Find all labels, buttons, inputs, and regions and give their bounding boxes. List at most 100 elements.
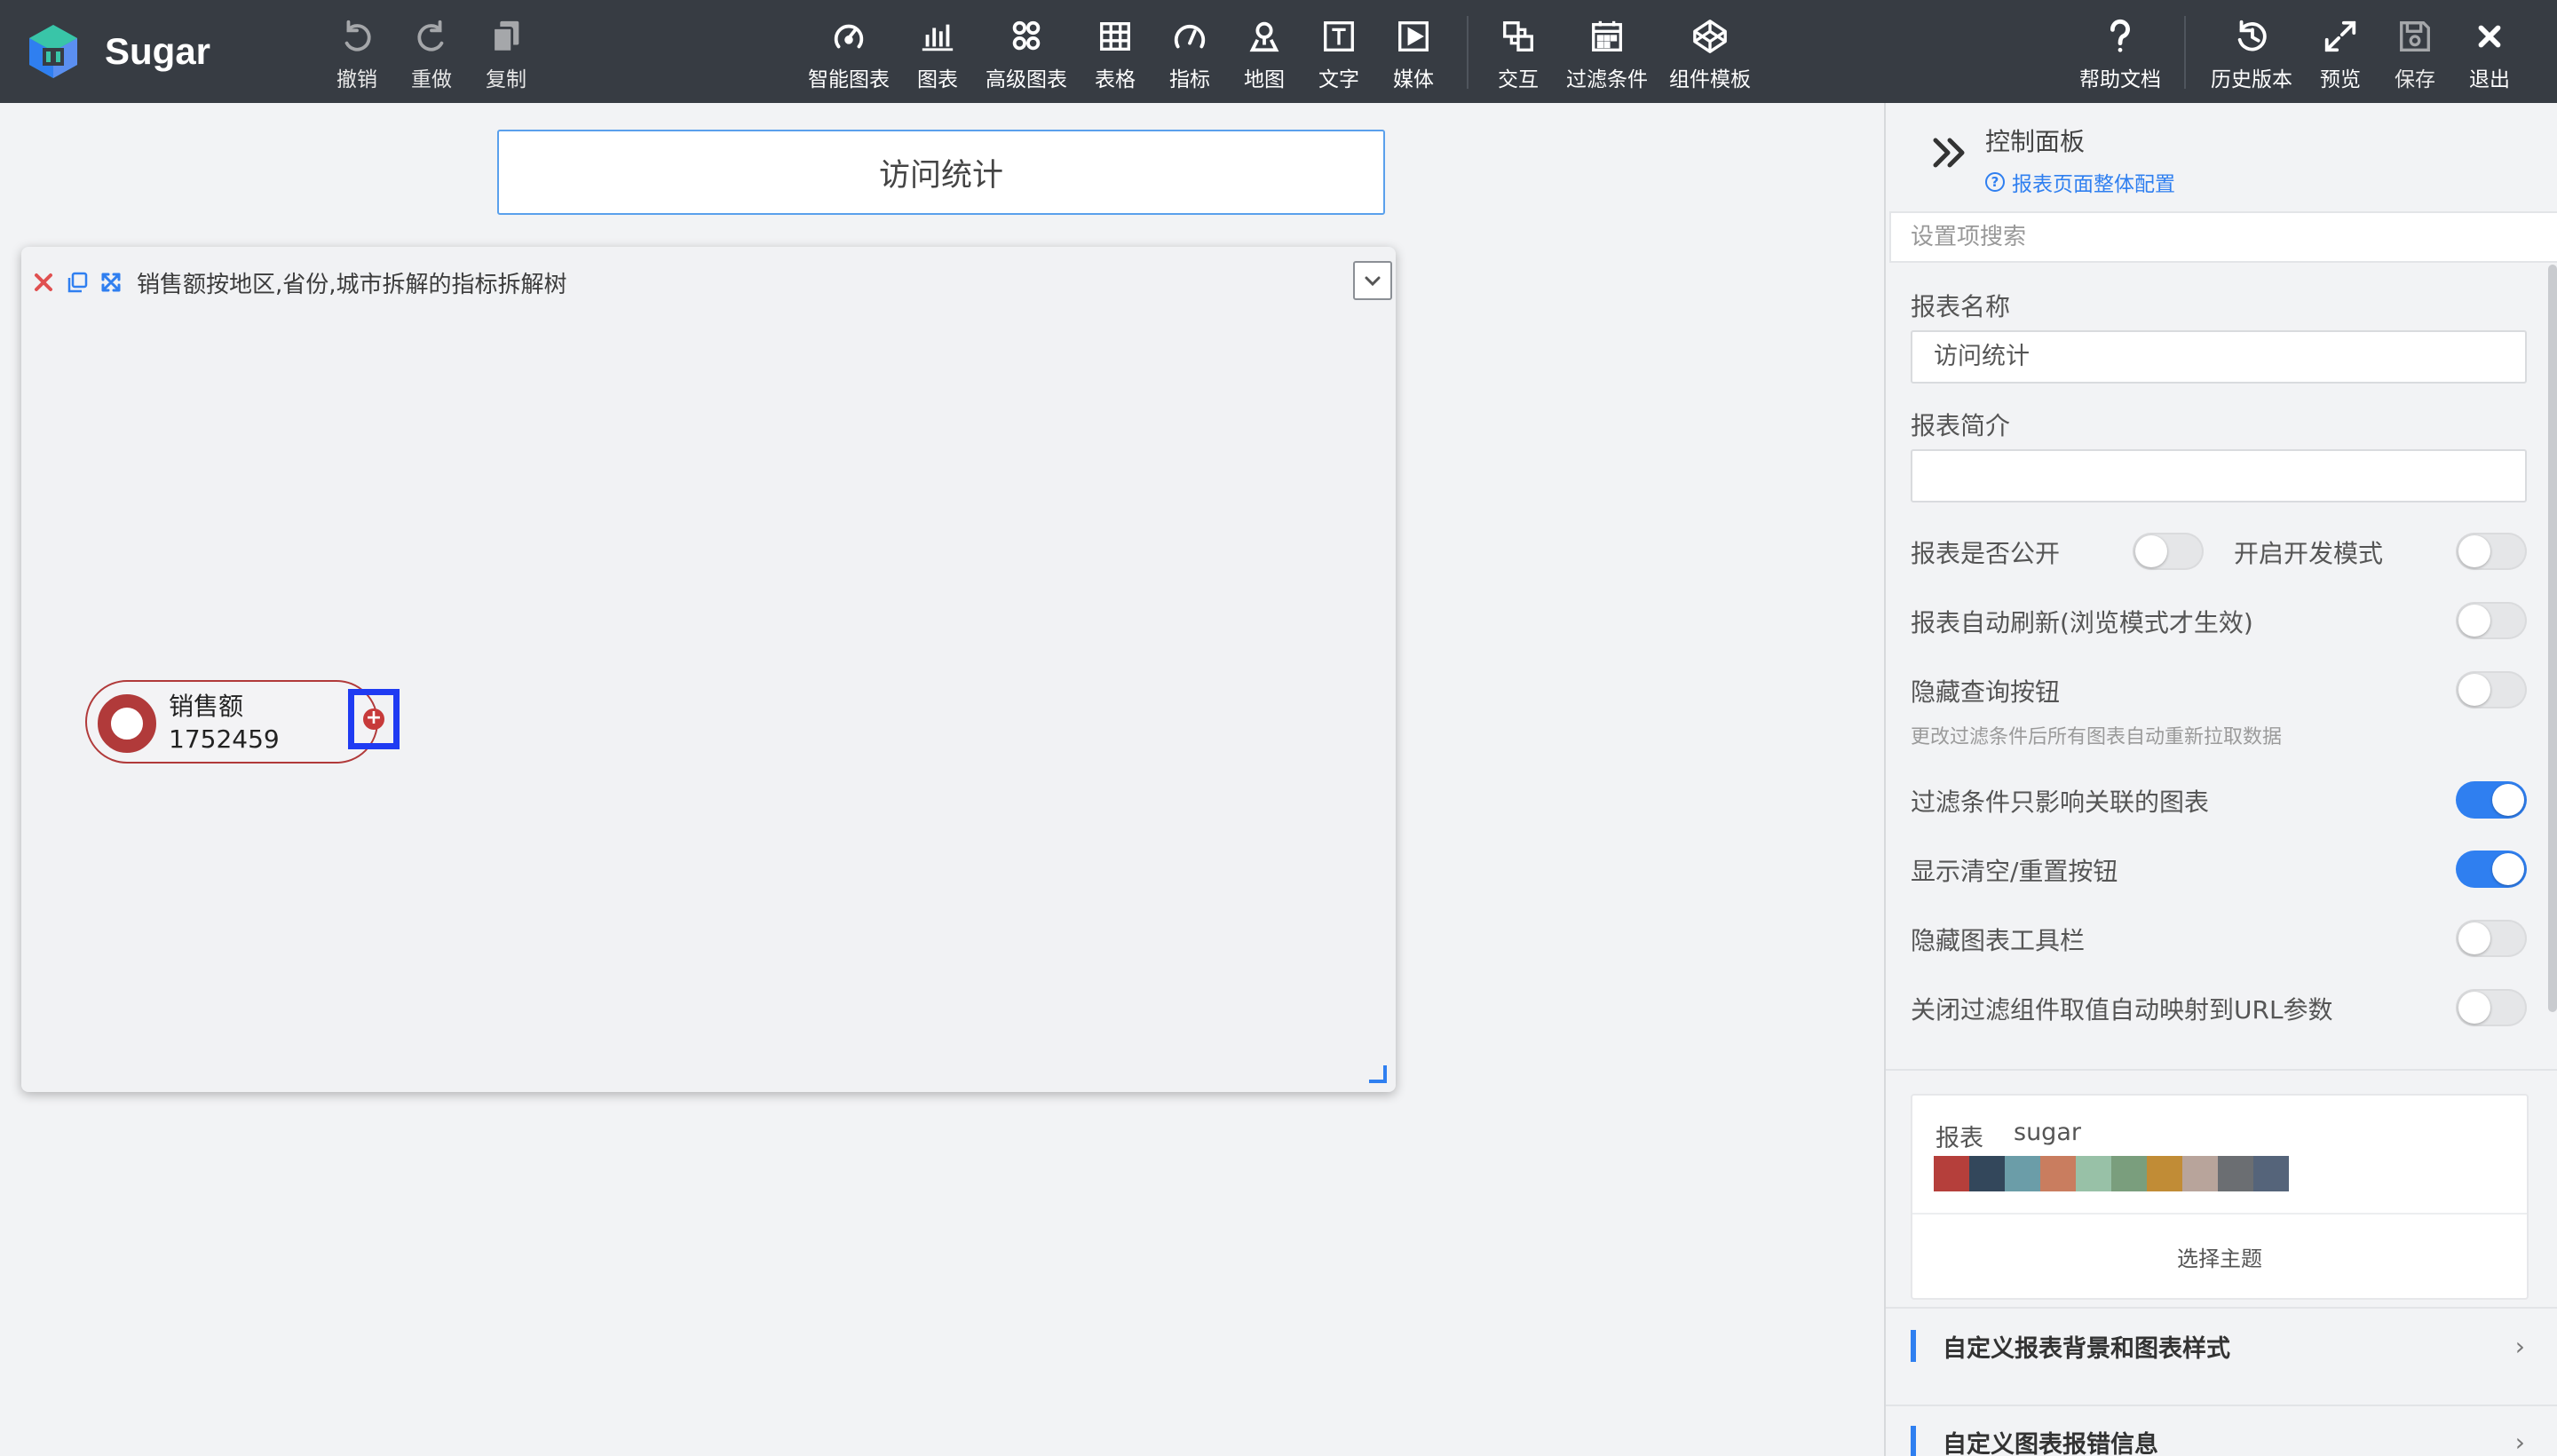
close-icon xyxy=(2478,25,2501,48)
smart-chart-icon xyxy=(834,24,864,49)
exit-label: 退出 xyxy=(2469,68,2510,91)
control-panel: 控制面板 ? 报表页面整体配置 设置项搜索 报表名称 访问统计 报表简介 报表是… xyxy=(1884,103,2557,1456)
metric-button[interactable]: 指标 xyxy=(1169,18,1210,92)
section-error-info[interactable]: 自定义图表报错信息 › xyxy=(1911,1415,2532,1456)
plus-icon: + xyxy=(363,708,384,730)
copy-icon xyxy=(67,272,88,293)
report-desc-label: 报表简介 xyxy=(1911,411,2011,440)
text-icon xyxy=(1324,21,1354,51)
filter-related-toggle[interactable] xyxy=(2456,781,2527,819)
report-name-label: 报表名称 xyxy=(1911,292,2011,321)
card-delete-button[interactable] xyxy=(28,267,59,297)
hide-toolbar-toggle[interactable] xyxy=(2456,920,2527,957)
public-toggle[interactable] xyxy=(2133,533,2204,570)
history-icon xyxy=(2237,20,2267,51)
table-button[interactable]: 表格 xyxy=(1095,18,1136,92)
save-label: 保存 xyxy=(2395,68,2435,91)
node-expand-button[interactable]: + xyxy=(348,689,400,749)
node-value: 1752459 xyxy=(169,724,280,754)
help-button[interactable]: 帮助文档 xyxy=(2079,18,2161,92)
theme-swatch-2 xyxy=(2005,1156,2040,1191)
copy-icon xyxy=(492,20,519,53)
section-accent-bar xyxy=(1911,1426,1916,1456)
help-label: 帮助文档 xyxy=(2079,68,2161,91)
undo-button[interactable]: 撤销 xyxy=(336,18,377,92)
advanced-chart-icon xyxy=(1012,20,1041,51)
card-resize-handle[interactable] xyxy=(1369,1065,1387,1083)
select-theme-button[interactable]: 选择主题 xyxy=(1912,1215,2527,1298)
redo-button[interactable]: 重做 xyxy=(411,18,452,92)
media-icon xyxy=(1398,21,1429,51)
theme-swatch-0 xyxy=(1934,1156,1969,1191)
double-chevron-right-icon[interactable] xyxy=(1930,133,1969,172)
dev-mode-label: 开启开发模式 xyxy=(2234,539,2384,568)
card-title: 销售额按地区,省份,城市拆解的指标拆解树 xyxy=(137,271,567,298)
map-button[interactable]: 地图 xyxy=(1244,18,1285,92)
panel-divider xyxy=(1886,1307,2557,1309)
card-menu-dropdown[interactable] xyxy=(1353,261,1392,300)
chevron-down-icon xyxy=(1365,276,1381,287)
text-button[interactable]: 文字 xyxy=(1318,18,1359,92)
tree-root-node[interactable]: 销售额 1752459 xyxy=(85,680,378,764)
section-custom-style[interactable]: 自定义报表背景和图表样式 › xyxy=(1911,1319,2532,1373)
gauge-icon xyxy=(1174,24,1206,49)
theme-swatch-1 xyxy=(1969,1156,2005,1191)
card-copy-button[interactable] xyxy=(62,267,92,297)
chart-label: 图表 xyxy=(917,68,958,91)
smart-chart-label: 智能图表 xyxy=(808,68,890,91)
filter-button[interactable]: 过滤条件 xyxy=(1566,18,1648,92)
chart-button[interactable]: 图表 xyxy=(917,18,958,92)
save-icon xyxy=(2400,21,2430,51)
media-label: 媒体 xyxy=(1393,68,1434,91)
templates-label: 组件模板 xyxy=(1669,68,1751,91)
auto-refresh-toggle[interactable] xyxy=(2456,602,2527,639)
templates-button[interactable]: 组件模板 xyxy=(1669,18,1751,92)
smart-chart-button[interactable]: 智能图表 xyxy=(808,18,890,92)
interaction-button[interactable]: 交互 xyxy=(1498,18,1539,92)
dev-mode-toggle[interactable] xyxy=(2456,533,2527,570)
card-header: 销售额按地区,省份,城市拆解的指标拆解树 xyxy=(28,266,567,298)
advanced-chart-label: 高级图表 xyxy=(986,68,1067,91)
decomposition-tree-card[interactable]: 销售额按地区,省份,城市拆解的指标拆解树 销售额 1752459 + xyxy=(21,247,1396,1092)
table-icon xyxy=(1100,22,1130,51)
theme-name: 报表 sugar xyxy=(1936,1119,2081,1153)
preview-button[interactable]: 预览 xyxy=(2320,18,2361,92)
report-name-input[interactable]: 访问统计 xyxy=(1911,330,2527,384)
map-pin-icon xyxy=(1249,21,1279,52)
section-custom-style-label: 自定义报表背景和图表样式 xyxy=(1943,1334,2230,1363)
history-button[interactable]: 历史版本 xyxy=(2211,18,2292,92)
save-button[interactable]: 保存 xyxy=(2395,18,2435,92)
bar-chart-icon xyxy=(922,24,954,51)
preview-label: 预览 xyxy=(2320,68,2361,91)
advanced-chart-button[interactable]: 高级图表 xyxy=(986,18,1067,92)
media-button[interactable]: 媒体 xyxy=(1393,18,1434,92)
section-accent-bar xyxy=(1911,1330,1916,1362)
show-reset-label: 显示清空/重置按钮 xyxy=(1911,857,2118,886)
panel-divider xyxy=(1886,1069,2557,1071)
exit-button[interactable]: 退出 xyxy=(2469,18,2510,92)
report-config-link[interactable]: ? 报表页面整体配置 xyxy=(1985,167,2175,197)
filter-label: 过滤条件 xyxy=(1566,68,1648,91)
auto-refresh-label: 报表自动刷新(浏览模式才生效) xyxy=(1911,608,2253,637)
settings-search-input[interactable]: 设置项搜索 xyxy=(1889,211,2557,263)
panel-divider xyxy=(1886,1405,2557,1406)
brand[interactable]: Sugar xyxy=(27,23,210,80)
copy-button[interactable]: 复制 xyxy=(486,18,526,92)
history-label: 历史版本 xyxy=(2211,68,2292,91)
chevron-right-icon: › xyxy=(2514,1331,2525,1361)
report-desc-input[interactable] xyxy=(1911,449,2527,502)
panel-scrollbar[interactable] xyxy=(2548,265,2557,1012)
report-title-box[interactable]: 访问统计 xyxy=(497,130,1385,215)
close-url-toggle[interactable] xyxy=(2456,989,2527,1026)
filter-related-label: 过滤条件只影响关联的图表 xyxy=(1911,787,2210,817)
brand-name: Sugar xyxy=(105,30,211,72)
theme-swatch-4 xyxy=(2076,1156,2111,1191)
public-label: 报表是否公开 xyxy=(1911,539,2061,568)
card-fullscreen-button[interactable] xyxy=(96,267,126,297)
expand-icon xyxy=(2324,20,2356,52)
theme-swatch-6 xyxy=(2147,1156,2182,1191)
show-reset-toggle[interactable] xyxy=(2456,851,2527,888)
map-label: 地图 xyxy=(1244,68,1285,91)
hide-query-toggle[interactable] xyxy=(2456,671,2527,708)
copy-label: 复制 xyxy=(486,68,526,91)
